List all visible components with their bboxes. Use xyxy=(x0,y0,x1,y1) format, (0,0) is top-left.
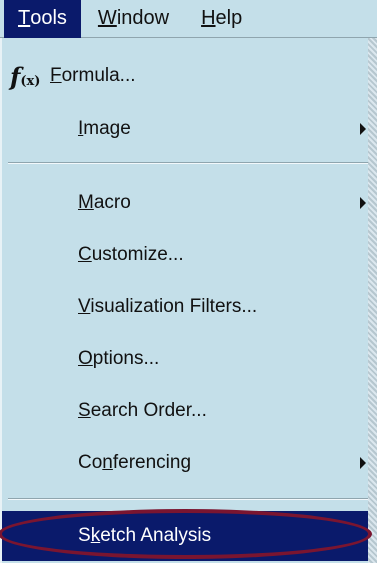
menu-item-conferencing-label: Conferencing xyxy=(78,452,191,474)
menu-tools-mnemonic: T xyxy=(18,7,31,29)
formula-mnemonic: F xyxy=(50,65,62,86)
conferencing-mnemonic: n xyxy=(102,452,113,473)
search-order-mnemonic: S xyxy=(78,400,91,421)
menu-item-customize[interactable]: Customize... xyxy=(2,230,370,280)
menu-item-formula-label: Formula... xyxy=(50,65,136,87)
visualization-filters-mnemonic: V xyxy=(78,296,91,317)
sketch-analysis-mnemonic: k xyxy=(90,525,101,546)
menu-item-search-order[interactable]: Search Order... xyxy=(2,386,370,436)
formula-text: ormula... xyxy=(61,65,136,86)
menu-item-options-label: Options... xyxy=(78,348,159,370)
visualization-filters-text: isualization Filters... xyxy=(90,296,258,317)
menu-separator xyxy=(8,162,370,164)
menu-item-search-order-label: Search Order... xyxy=(78,400,207,422)
conferencing-prefix: Co xyxy=(78,452,103,473)
menu-item-image-label: Image xyxy=(78,118,131,140)
macro-mnemonic: M xyxy=(78,192,94,213)
menu-item-image[interactable]: Image xyxy=(2,104,370,154)
menu-item-macro-label: Macro xyxy=(78,192,131,214)
sketch-analysis-prefix: S xyxy=(78,525,91,546)
menu-item-visualization-filters[interactable]: Visualization Filters... xyxy=(2,282,370,332)
search-order-text: earch Order... xyxy=(90,400,207,421)
menu-item-options[interactable]: Options... xyxy=(2,334,370,384)
options-mnemonic: O xyxy=(78,348,93,369)
submenu-arrow-icon xyxy=(360,197,366,209)
conferencing-text: ferencing xyxy=(112,452,192,473)
menu-window-label: indow xyxy=(116,7,170,29)
customize-text: ustomize... xyxy=(91,244,184,265)
menu-item-sketch-analysis-label: Sketch Analysis xyxy=(78,525,211,547)
menu-item-customize-label: Customize... xyxy=(78,244,184,266)
menu-bar: Tools Window Help xyxy=(0,0,377,38)
submenu-arrow-icon xyxy=(360,123,366,135)
menu-help-label: elp xyxy=(215,7,243,29)
menu-item-visualization-filters-label: Visualization Filters... xyxy=(78,296,257,318)
submenu-arrow-icon xyxy=(360,457,366,469)
menu-item-sketch-analysis[interactable]: Sketch Analysis xyxy=(2,511,370,561)
menu-item-formula[interactable]: f(x) Formula... xyxy=(2,51,370,101)
menu-item-conferencing[interactable]: Conferencing xyxy=(2,438,370,488)
menu-edge-pattern xyxy=(368,38,377,563)
menu-window-mnemonic: W xyxy=(97,7,117,29)
menu-separator xyxy=(8,498,370,500)
menu-help-mnemonic: H xyxy=(201,7,216,29)
menu-help[interactable]: Help xyxy=(201,0,242,38)
function-fx-icon: f(x) xyxy=(10,61,41,91)
customize-mnemonic: C xyxy=(78,244,92,265)
menu-tools-label: ools xyxy=(30,7,67,29)
macro-text: acro xyxy=(93,192,131,213)
image-text: mage xyxy=(83,118,131,139)
menu-item-macro[interactable]: Macro xyxy=(2,178,370,228)
menu-tools[interactable]: Tools xyxy=(4,0,81,38)
options-text: ptions... xyxy=(92,348,160,369)
tools-dropdown-menu: f(x) Formula... Image Macro Customize...… xyxy=(0,38,370,563)
menu-window[interactable]: Window xyxy=(98,0,169,38)
sketch-analysis-text: etch Analysis xyxy=(100,525,212,546)
